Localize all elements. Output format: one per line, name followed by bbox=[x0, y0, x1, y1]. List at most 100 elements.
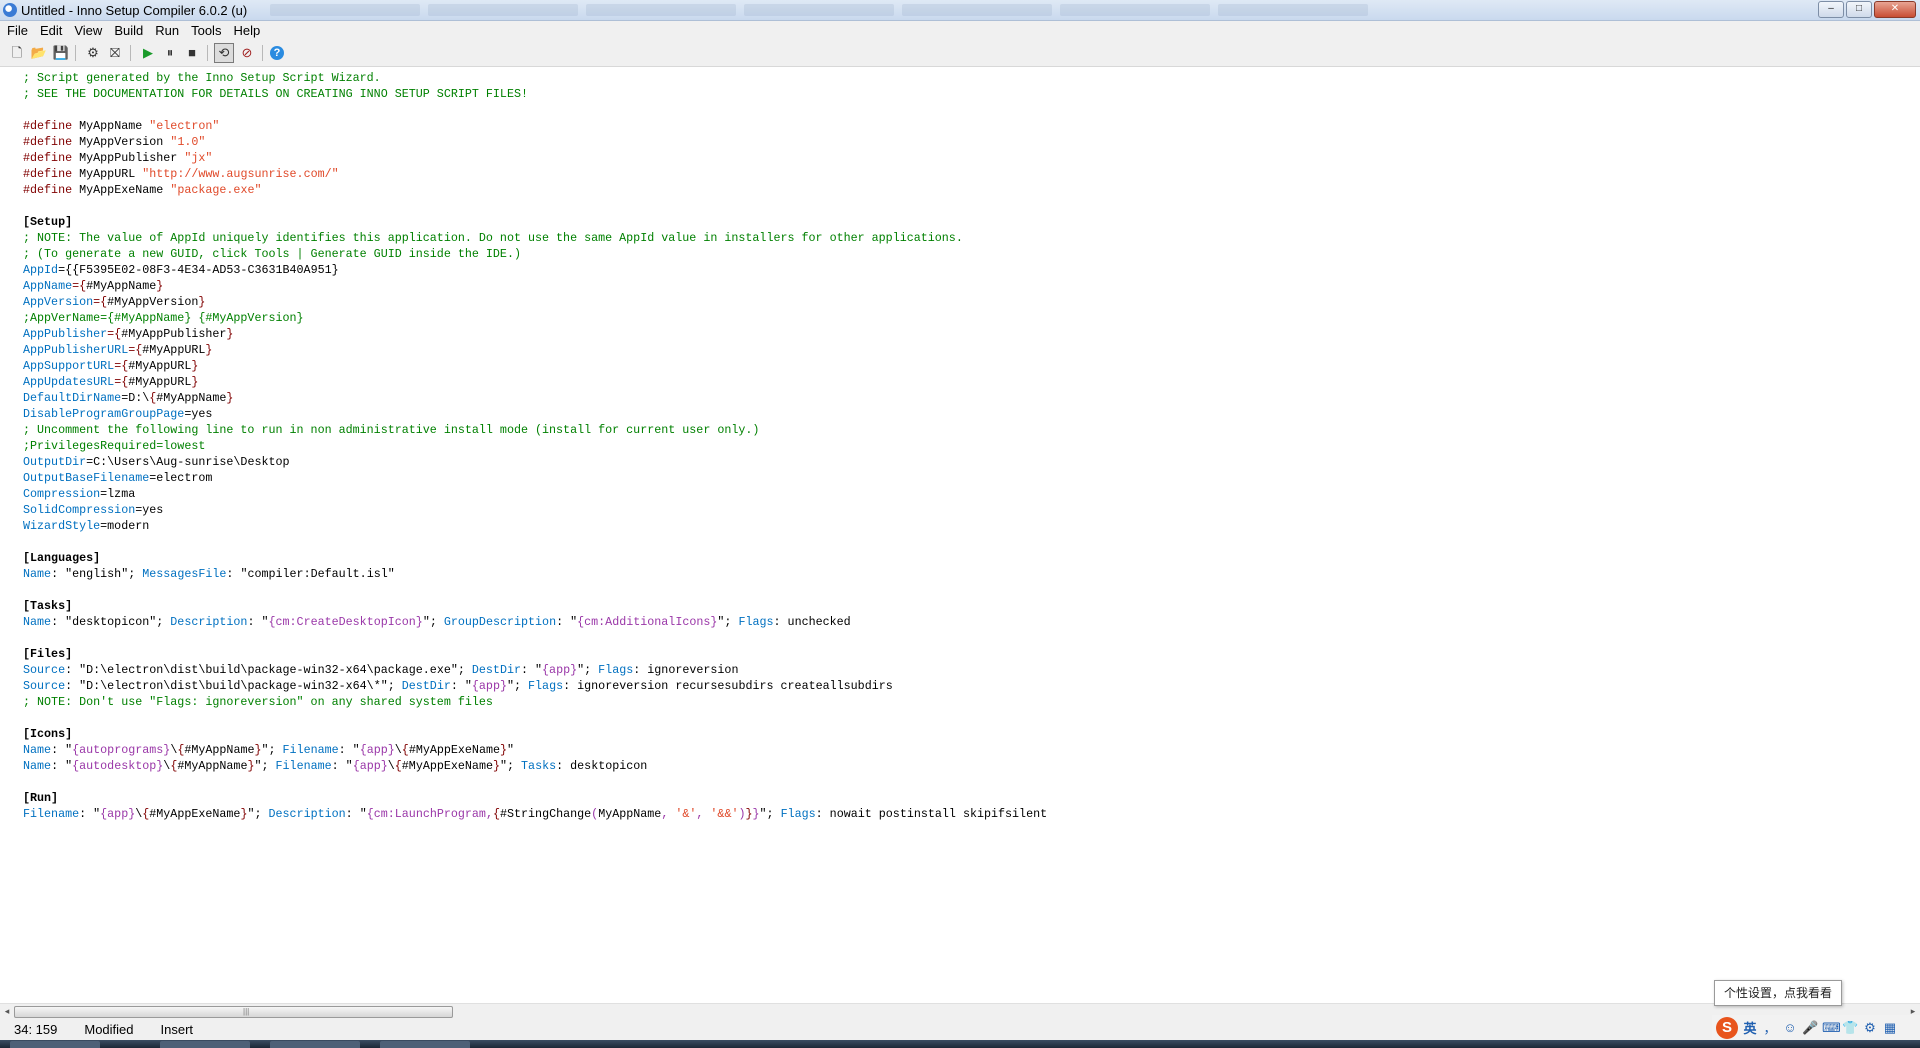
code-line[interactable] bbox=[23, 534, 1047, 550]
code-line[interactable]: DisableProgramGroupPage=yes bbox=[23, 406, 1047, 422]
skin-icon[interactable]: 👕 bbox=[1842, 1020, 1858, 1036]
ime-language-toggle[interactable]: 英 bbox=[1742, 1018, 1758, 1037]
horizontal-scrollbar[interactable]: ◂ ||| ▸ bbox=[0, 1003, 1920, 1018]
code-line[interactable]: Compression=lzma bbox=[23, 486, 1047, 502]
code-line[interactable]: OutputBaseFilename=electrom bbox=[23, 470, 1047, 486]
code-line[interactable]: [Setup] bbox=[23, 214, 1047, 230]
menu-tools[interactable]: Tools bbox=[184, 23, 226, 38]
emoji-icon[interactable]: ☺ bbox=[1782, 1020, 1798, 1035]
code-line[interactable]: Name: "{autodesktop}\{#MyAppName}"; File… bbox=[23, 758, 1047, 774]
code-token: "; bbox=[254, 759, 276, 773]
keyboard-icon[interactable]: ⌨ bbox=[1822, 1020, 1841, 1036]
code-token: : " bbox=[51, 759, 73, 773]
code-line[interactable]: DefaultDirName=D:\{#MyAppName} bbox=[23, 390, 1047, 406]
taskbar-button[interactable] bbox=[270, 1041, 360, 1048]
code-line[interactable]: ;PrivilegesRequired=lowest bbox=[23, 438, 1047, 454]
code-token: '&' bbox=[675, 807, 697, 821]
code-line[interactable]: ; Script generated by the Inno Setup Scr… bbox=[23, 70, 1047, 86]
maximize-button[interactable]: □ bbox=[1846, 1, 1872, 18]
run-icon[interactable]: ▶ bbox=[139, 44, 157, 62]
taskbar-button[interactable] bbox=[160, 1041, 250, 1048]
code-line[interactable] bbox=[23, 630, 1047, 646]
menu-edit[interactable]: Edit bbox=[33, 23, 67, 38]
uninstall-icon[interactable]: ⊘ bbox=[238, 44, 256, 62]
menu-view[interactable]: View bbox=[67, 23, 107, 38]
code-line[interactable]: #define MyAppExeName "package.exe" bbox=[23, 182, 1047, 198]
code-line[interactable]: AppSupportURL={#MyAppURL} bbox=[23, 358, 1047, 374]
stop-icon[interactable]: ■ bbox=[183, 44, 201, 62]
debug-target-icon[interactable]: ⟲ bbox=[214, 43, 234, 63]
code-line[interactable]: [Languages] bbox=[23, 550, 1047, 566]
code-line[interactable] bbox=[23, 582, 1047, 598]
punctuation-icon[interactable]: ， bbox=[1762, 1018, 1778, 1037]
code-line[interactable]: AppUpdatesURL={#MyAppURL} bbox=[23, 374, 1047, 390]
code-line[interactable] bbox=[23, 198, 1047, 214]
code-line[interactable] bbox=[23, 774, 1047, 790]
title-bar: Untitled - Inno Setup Compiler 6.0.2 (u)… bbox=[0, 0, 1920, 21]
code-token: {app} bbox=[471, 679, 507, 693]
menu-run[interactable]: Run bbox=[148, 23, 184, 38]
pause-icon[interactable]: ⏸ bbox=[161, 44, 179, 62]
code-line[interactable]: [Files] bbox=[23, 646, 1047, 662]
menu-file[interactable]: File bbox=[0, 23, 33, 38]
code-line[interactable]: [Tasks] bbox=[23, 598, 1047, 614]
code-token: : "D:\electron\dist\build\package-win32-… bbox=[65, 679, 402, 693]
code-token: [Icons] bbox=[23, 727, 73, 741]
code-line[interactable]: OutputDir=C:\Users\Aug-sunrise\Desktop bbox=[23, 454, 1047, 470]
code-line[interactable]: SolidCompression=yes bbox=[23, 502, 1047, 518]
code-line[interactable]: #define MyAppVersion "1.0" bbox=[23, 134, 1047, 150]
code-line[interactable]: AppName={#MyAppName} bbox=[23, 278, 1047, 294]
sogou-logo-icon[interactable]: S bbox=[1716, 1016, 1738, 1039]
code-line[interactable] bbox=[23, 710, 1047, 726]
compile-icon[interactable]: ⚙ bbox=[84, 44, 102, 62]
code-line[interactable]: [Icons] bbox=[23, 726, 1047, 742]
settings-icon[interactable]: ⚙ bbox=[1862, 1020, 1878, 1036]
code-token: {cm:AdditionalIcons} bbox=[577, 615, 718, 629]
code-line[interactable]: #define MyAppName "electron" bbox=[23, 118, 1047, 134]
code-line[interactable]: [Run] bbox=[23, 790, 1047, 806]
stop-compile-icon[interactable]: ⛝ bbox=[106, 44, 124, 62]
code-line[interactable]: ;AppVerName={#MyAppName} {#MyAppVersion} bbox=[23, 310, 1047, 326]
menu-help[interactable]: Help bbox=[226, 23, 265, 38]
minimize-button[interactable]: – bbox=[1818, 1, 1844, 18]
code-line[interactable]: #define MyAppURL "http://www.augsunrise.… bbox=[23, 166, 1047, 182]
code-token: ={ bbox=[114, 359, 129, 373]
code-line[interactable]: AppVersion={#MyAppVersion} bbox=[23, 294, 1047, 310]
code-token: : "compiler:Default.isl" bbox=[226, 567, 395, 581]
code-line[interactable]: Name: "{autoprograms}\{#MyAppName}"; Fil… bbox=[23, 742, 1047, 758]
open-file-icon[interactable]: 📂 bbox=[30, 44, 48, 62]
code-token: MessagesFile bbox=[142, 567, 227, 581]
code-line[interactable]: AppPublisherURL={#MyAppURL} bbox=[23, 342, 1047, 358]
code-line[interactable]: ; Uncomment the following line to run in… bbox=[23, 422, 1047, 438]
taskbar-button[interactable] bbox=[10, 1041, 100, 1048]
code-line[interactable]: AppId={{F5395E02-08F3-4E34-AD53-C3631B40… bbox=[23, 262, 1047, 278]
code-line[interactable]: #define MyAppPublisher "jx" bbox=[23, 150, 1047, 166]
code-line[interactable]: ; SEE THE DOCUMENTATION FOR DETAILS ON C… bbox=[23, 86, 1047, 102]
code-line[interactable]: Source: "D:\electron\dist\build\package-… bbox=[23, 678, 1047, 694]
code-line[interactable]: Name: "desktopicon"; Description: "{cm:C… bbox=[23, 614, 1047, 630]
code-line[interactable]: WizardStyle=modern bbox=[23, 518, 1047, 534]
save-icon[interactable]: 💾 bbox=[52, 44, 70, 62]
taskbar-button[interactable] bbox=[380, 1041, 470, 1048]
close-button[interactable]: ✕ bbox=[1874, 1, 1916, 18]
scroll-left-icon[interactable]: ◂ bbox=[0, 1004, 14, 1018]
code-line[interactable]: ; NOTE: Don't use "Flags: ignoreversion"… bbox=[23, 694, 1047, 710]
code-line[interactable]: ; NOTE: The value of AppId uniquely iden… bbox=[23, 230, 1047, 246]
code-token: MyAppPublisher bbox=[72, 151, 185, 165]
toolbox-icon[interactable]: ▦ bbox=[1882, 1020, 1898, 1036]
code-line[interactable]: Filename: "{app}\{#MyAppExeName}"; Descr… bbox=[23, 806, 1047, 822]
menu-build[interactable]: Build bbox=[107, 23, 148, 38]
help-icon[interactable]: ? bbox=[270, 46, 284, 60]
microphone-icon[interactable]: 🎤 bbox=[1802, 1020, 1818, 1036]
code-line[interactable]: Source: "D:\electron\dist\build\package-… bbox=[23, 662, 1047, 678]
new-file-icon[interactable]: 🗋 bbox=[8, 44, 26, 62]
scrollbar-thumb[interactable]: ||| bbox=[14, 1006, 453, 1018]
code-area[interactable]: ; Script generated by the Inno Setup Scr… bbox=[23, 70, 1047, 822]
code-line[interactable]: ; (To generate a new GUID, click Tools |… bbox=[23, 246, 1047, 262]
code-line[interactable]: Name: "english"; MessagesFile: "compiler… bbox=[23, 566, 1047, 582]
code-line[interactable]: AppPublisher={#MyAppPublisher} bbox=[23, 326, 1047, 342]
code-token: Flags bbox=[598, 663, 634, 677]
code-token: ; NOTE: Don't use "Flags: ignoreversion"… bbox=[23, 695, 493, 709]
script-editor[interactable]: ; Script generated by the Inno Setup Scr… bbox=[0, 67, 1920, 1003]
code-line[interactable] bbox=[23, 102, 1047, 118]
